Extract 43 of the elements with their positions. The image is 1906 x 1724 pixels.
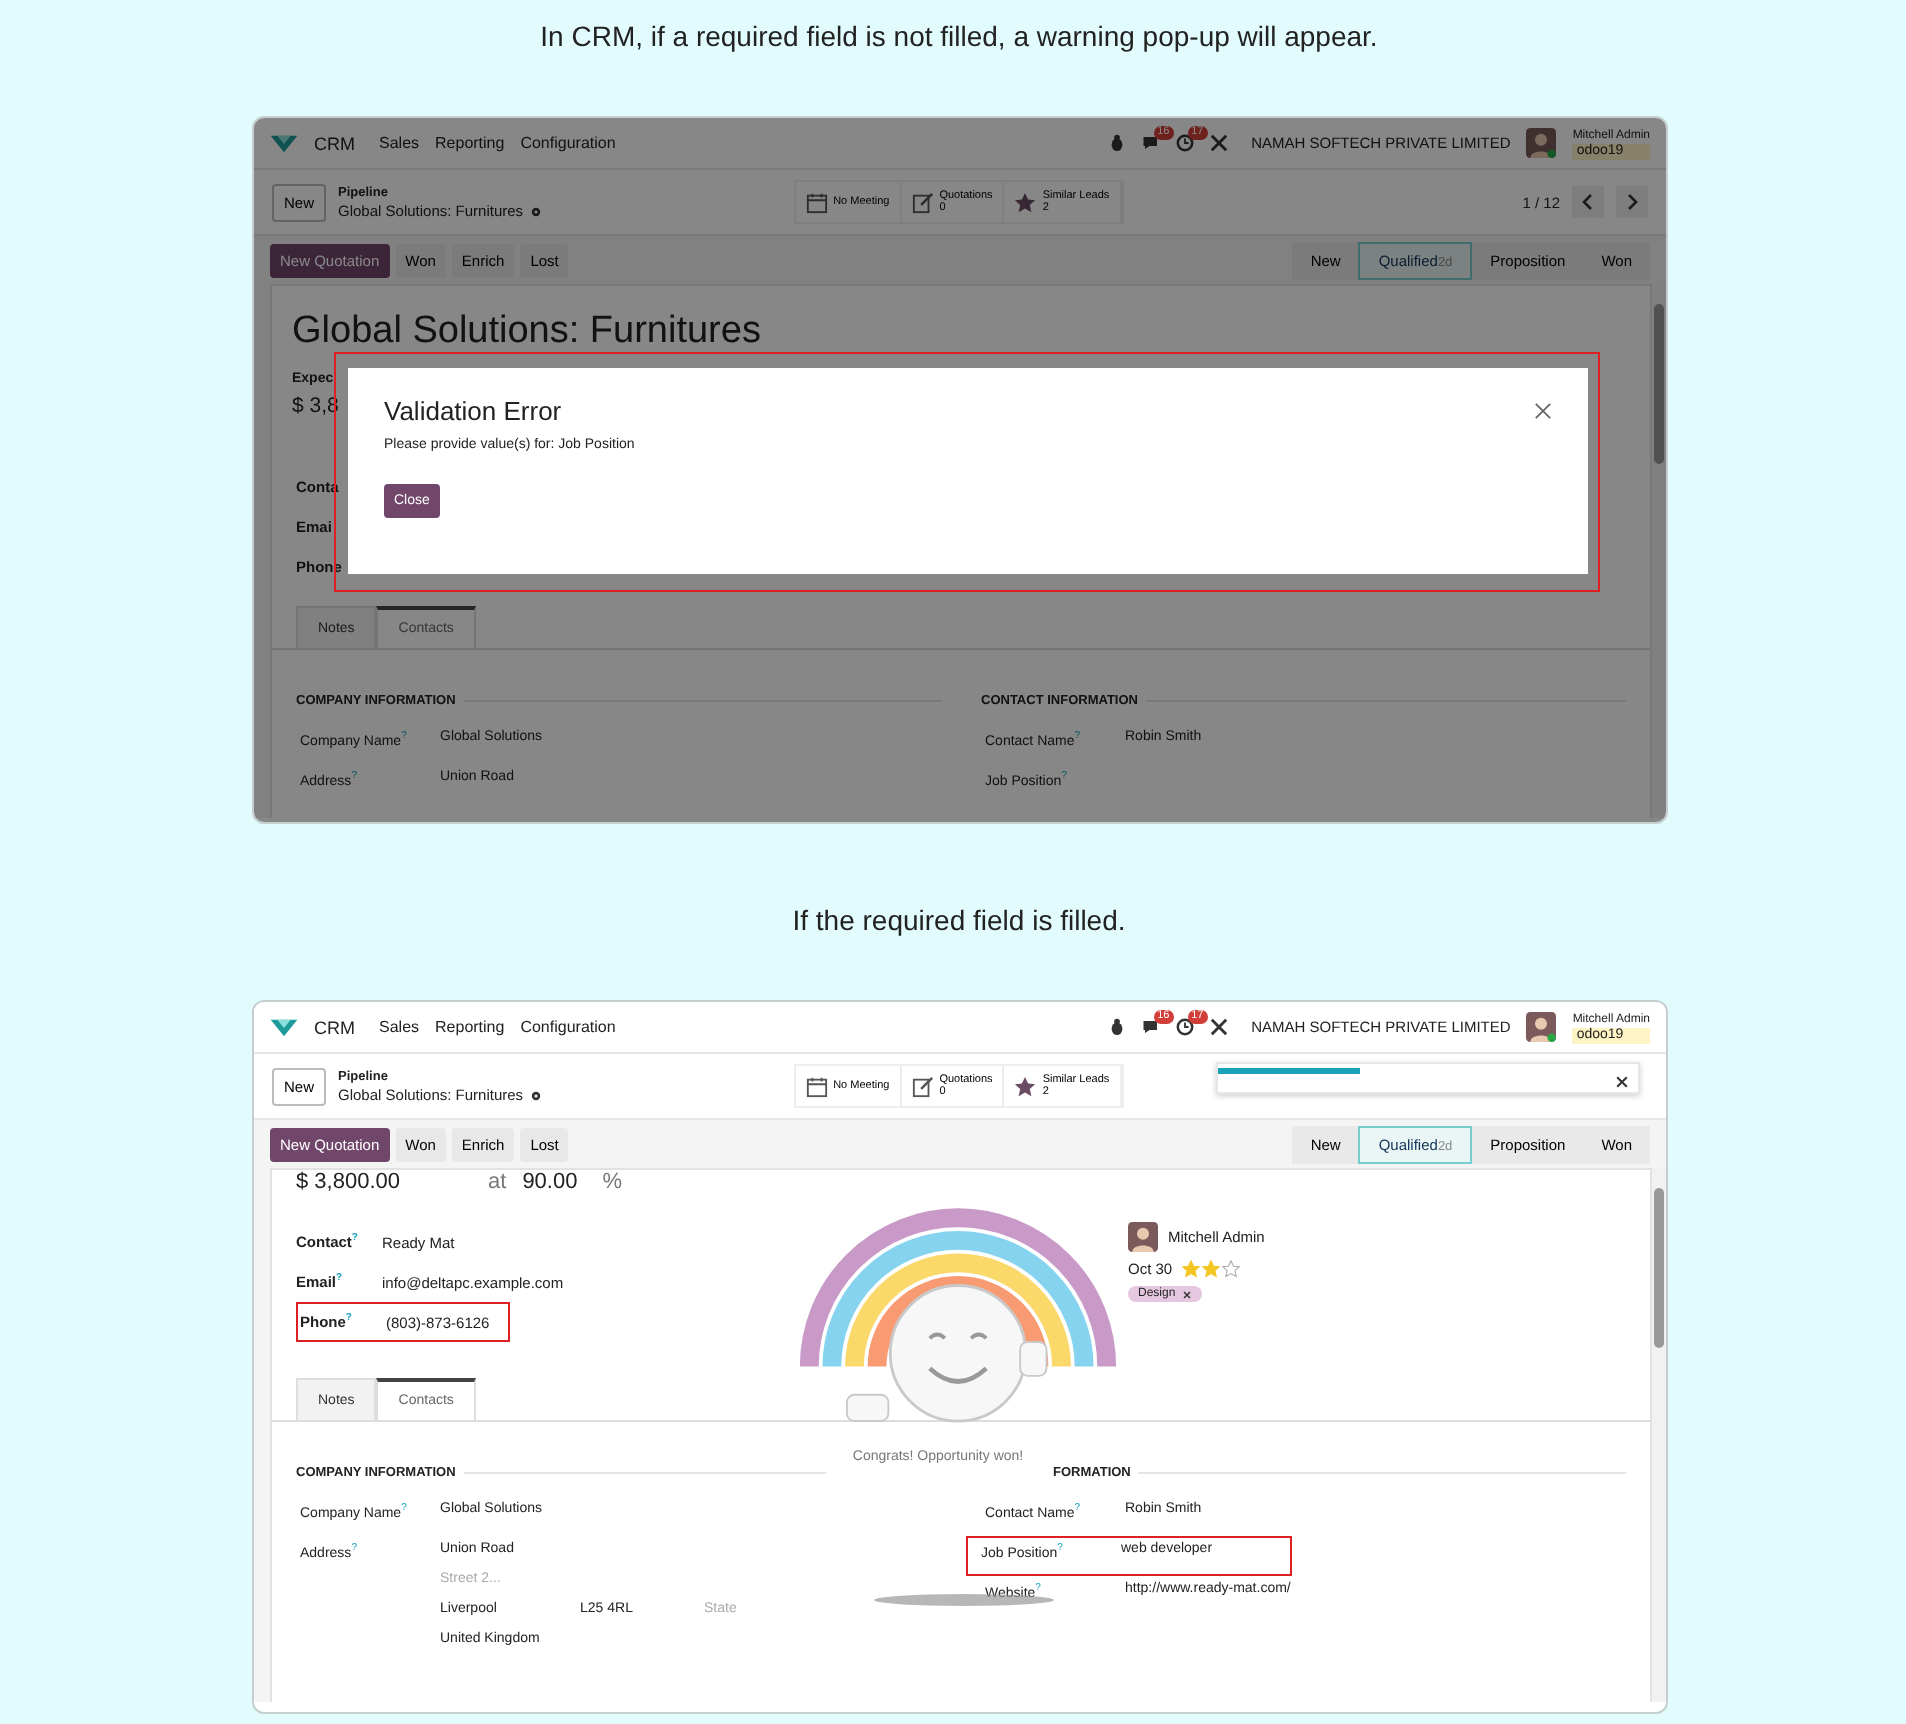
menu-item[interactable]: Reporting [435,134,505,152]
menu-item[interactable]: Configuration [520,1018,616,1036]
star-icon [1014,191,1037,213]
clock-icon[interactable] [1175,1018,1194,1036]
remove-icon[interactable] [1181,1289,1192,1299]
avatar-icon [1128,1222,1158,1252]
star-icon[interactable] [1202,1260,1221,1278]
record-title: Global Solutions: Furnitures [290,308,763,356]
probability-value[interactable]: 90.00 [522,1170,587,1194]
dialog-title: Validation Error [384,396,562,426]
menu-item[interactable]: Sales [379,134,420,152]
logo-icon[interactable] [270,1017,298,1037]
menu-item[interactable]: Sales [379,1018,420,1036]
edit-icon [911,191,934,213]
calendar-icon [805,1075,828,1097]
caption-text: If the required field is filled. [790,902,1128,940]
star-icon[interactable] [1222,1260,1241,1278]
amount-value[interactable]: $ 3,800.00 [296,1170,472,1194]
app-name[interactable]: CRM [314,133,355,153]
calendar-icon [805,191,828,213]
star-icon[interactable] [1182,1260,1201,1278]
chat-icon[interactable] [1141,1018,1160,1036]
caption-text: In CRM, if a required field is not filled, a warning pop-up will appear. [538,18,1380,56]
close-icon[interactable] [1614,1074,1630,1090]
star-icon [1014,1075,1037,1097]
scrollbar-thumb[interactable] [1654,304,1664,464]
app-name[interactable]: CRM [314,1017,355,1037]
percent-sign: % [602,1170,622,1194]
chevron-left-icon [1578,192,1598,212]
avatar-icon[interactable] [1526,128,1557,158]
at-label: at [488,1170,507,1194]
edit-icon [911,1075,934,1097]
menu-item[interactable]: Configuration [520,134,616,152]
scrollbar-thumb[interactable] [1654,1188,1664,1348]
logo-icon[interactable] [270,133,298,153]
avatar-icon[interactable] [1526,1012,1557,1042]
close-icon[interactable] [1534,402,1552,420]
previous-button[interactable] [1572,186,1604,218]
next-button[interactable] [1616,186,1648,218]
menu-item[interactable]: Reporting [435,1018,505,1036]
settings-icon[interactable] [529,1089,542,1101]
priority-stars[interactable] [1182,1260,1241,1278]
chevron-right-icon [1622,192,1642,212]
